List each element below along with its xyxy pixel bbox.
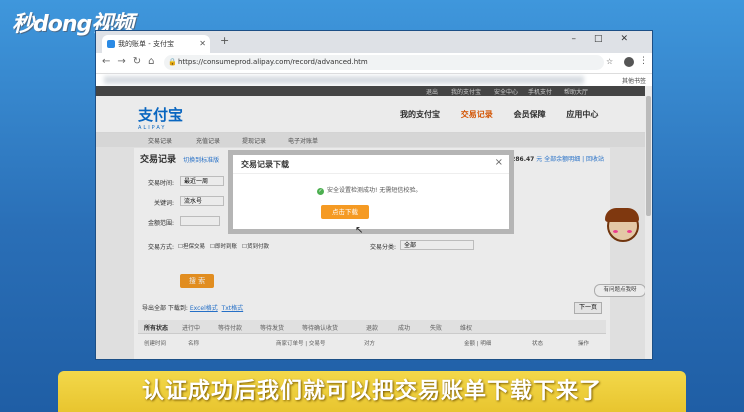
new-tab-icon[interactable]: + (220, 34, 229, 47)
window-controls[interactable]: –□✕ (571, 34, 646, 44)
url-text: https://consumeprod.alipay.com/record/ad… (178, 58, 368, 66)
browser-tab[interactable]: 我的账单 - 支付宝 ✕ (102, 35, 210, 53)
dialog-close-icon[interactable]: × (495, 157, 503, 168)
page-scrollbar[interactable] (645, 86, 652, 359)
alipay-favicon-icon (107, 40, 115, 48)
nav-buttons[interactable]: ←→↻⌂ (102, 56, 161, 67)
browser-tab-bar: 我的账单 - 支付宝 ✕ + –□✕ (96, 31, 652, 53)
dialog-title: 交易记录下载 (241, 160, 289, 169)
browser-toolbar: ←→↻⌂ 🔒 https://consumeprod.alipay.com/re… (96, 53, 652, 74)
bookmarks-bar: 其他书签 (96, 74, 652, 86)
address-bar[interactable]: 🔒 https://consumeprod.alipay.com/record/… (164, 55, 604, 70)
video-subtitle: 认证成功后我们就可以把交易账单下载下来了 (58, 371, 686, 412)
mouse-cursor-icon: ↖ (355, 225, 364, 236)
blurred-bookmarks (104, 76, 584, 84)
dialog-divider (233, 173, 509, 174)
browser-window: 我的账单 - 支付宝 ✕ + –□✕ ←→↻⌂ 🔒 https://consum… (96, 31, 652, 359)
tab-close-icon[interactable]: ✕ (199, 35, 206, 53)
dialog-message: ✓ 安全设置检测成功! 无需短信校验。 (317, 185, 421, 195)
other-bookmarks[interactable]: 其他书签 (622, 76, 646, 85)
tab-title: 我的账单 - 支付宝 (118, 40, 174, 48)
success-check-icon: ✓ (317, 188, 324, 195)
bookmark-star-icon[interactable]: ☆ (606, 57, 613, 66)
download-button[interactable]: 点击下载 (321, 205, 369, 219)
menu-dots-icon[interactable]: ⋮ (639, 56, 648, 66)
lock-icon: 🔒 (168, 58, 177, 66)
dialog-message-text: 安全设置检测成功! 无需短信校验。 (327, 187, 422, 194)
profile-avatar[interactable] (624, 57, 634, 67)
download-dialog: 交易记录下载 × ✓ 安全设置检测成功! 无需短信校验。 点击下载 (228, 150, 514, 234)
